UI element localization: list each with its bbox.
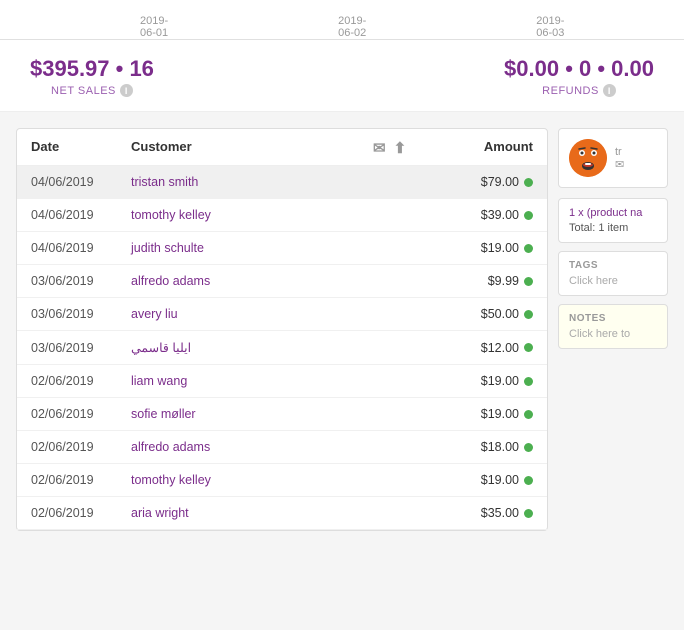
status-dot — [524, 178, 533, 187]
table-row[interactable]: 02/06/2019 sofie møller $19.00 — [17, 398, 547, 431]
status-dot — [524, 310, 533, 319]
envelope-icon[interactable]: ✉ — [373, 139, 386, 157]
row-customer[interactable]: alfredo adams — [131, 274, 373, 288]
tags-title: TAGS — [569, 260, 657, 271]
row-amount: $39.00 — [453, 208, 533, 222]
row-date: 02/06/2019 — [31, 506, 131, 520]
customer-info: tr ✉ — [615, 146, 624, 171]
row-date: 02/06/2019 — [31, 374, 131, 388]
chart-date-1: 2019-06-01 — [140, 15, 168, 39]
net-sales-info-icon: i — [120, 84, 133, 97]
row-amount: $9.99 — [453, 274, 533, 288]
net-sales-label: NET SALES i — [51, 84, 133, 97]
col-header-icons: ✉ ⬆ — [373, 139, 453, 157]
row-date: 04/06/2019 — [31, 175, 131, 189]
summary-bar: $395.97 • 16 NET SALES i $0.00 • 0 • 0.0… — [0, 40, 684, 112]
notes-click-here[interactable]: Click here to — [569, 328, 657, 340]
row-customer[interactable]: aria wright — [131, 506, 373, 520]
table-row[interactable]: 04/06/2019 judith schulte $19.00 — [17, 232, 547, 265]
col-header-amount: Amount — [453, 139, 533, 157]
table-row[interactable]: 03/06/2019 alfredo adams $9.99 — [17, 265, 547, 298]
col-header-date: Date — [31, 139, 131, 157]
status-dot — [524, 476, 533, 485]
refunds-label: REFUNDS i — [542, 84, 616, 97]
avatar — [569, 139, 607, 177]
status-dot — [524, 277, 533, 286]
table-row[interactable]: 03/06/2019 avery liu $50.00 — [17, 298, 547, 331]
table-row[interactable]: 04/06/2019 tomothy kelley $39.00 — [17, 199, 547, 232]
tags-click-here[interactable]: Click here — [569, 275, 657, 287]
table-row[interactable]: 04/06/2019 tristan smith $79.00 — [17, 166, 547, 199]
row-amount: $19.00 — [453, 241, 533, 255]
row-customer[interactable]: avery liu — [131, 307, 373, 321]
status-dot — [524, 509, 533, 518]
tags-panel[interactable]: TAGS Click here — [558, 251, 668, 296]
row-customer[interactable]: tristan smith — [131, 175, 373, 189]
row-customer[interactable]: tomothy kelley — [131, 208, 373, 222]
status-dot — [524, 377, 533, 386]
table-row[interactable]: 03/06/2019 ايليا قاسمي $12.00 — [17, 331, 547, 365]
row-date: 04/06/2019 — [31, 208, 131, 222]
status-dot — [524, 443, 533, 452]
row-date: 02/06/2019 — [31, 440, 131, 454]
upload-icon[interactable]: ⬆ — [394, 139, 407, 157]
net-sales-summary: $395.97 • 16 NET SALES i — [30, 56, 154, 97]
row-customer[interactable]: liam wang — [131, 374, 373, 388]
chart-date-3: 2019-06-03 — [536, 15, 564, 39]
row-customer[interactable]: alfredo adams — [131, 440, 373, 454]
status-dot — [524, 343, 533, 352]
product-line: 1 x (product na — [569, 207, 657, 219]
row-amount: $50.00 — [453, 307, 533, 321]
net-sales-amount: $395.97 • 16 — [30, 56, 154, 82]
refunds-summary: $0.00 • 0 • 0.00 REFUNDS i — [504, 56, 654, 97]
total-line: Total: 1 item — [569, 222, 657, 234]
row-customer[interactable]: ايليا قاسمي — [131, 340, 373, 355]
table-row[interactable]: 02/06/2019 tomothy kelley $19.00 — [17, 464, 547, 497]
row-amount: $19.00 — [453, 473, 533, 487]
order-summary: 1 x (product na Total: 1 item — [558, 198, 668, 243]
row-customer[interactable]: sofie møller — [131, 407, 373, 421]
table-row[interactable]: 02/06/2019 alfredo adams $18.00 — [17, 431, 547, 464]
status-dot — [524, 410, 533, 419]
row-date: 03/06/2019 — [31, 274, 131, 288]
row-amount: $19.00 — [453, 407, 533, 421]
table-header-row: Date Customer ✉ ⬆ Amount — [17, 129, 547, 166]
customer-name-abbrev: tr — [615, 146, 622, 158]
refunds-info-icon: i — [603, 84, 616, 97]
customer-email-icon: ✉ — [615, 159, 624, 171]
row-amount: $79.00 — [453, 175, 533, 189]
row-amount: $12.00 — [453, 341, 533, 355]
status-dot — [524, 211, 533, 220]
row-date: 02/06/2019 — [31, 407, 131, 421]
chart-date-2: 2019-06-02 — [338, 15, 366, 39]
row-date: 02/06/2019 — [31, 473, 131, 487]
chart-dates-bar: 2019-06-01 2019-06-02 2019-06-03 2019-06… — [0, 0, 684, 40]
row-date: 04/06/2019 — [31, 241, 131, 255]
table-row[interactable]: 02/06/2019 liam wang $19.00 — [17, 365, 547, 398]
col-header-customer: Customer — [131, 139, 373, 157]
row-amount: $19.00 — [453, 374, 533, 388]
notes-title: NOTES — [569, 313, 657, 324]
notes-panel[interactable]: NOTES Click here to — [558, 304, 668, 349]
refunds-amount: $0.00 • 0 • 0.00 — [504, 56, 654, 82]
row-amount: $35.00 — [453, 506, 533, 520]
status-dot — [524, 244, 533, 253]
right-panel: tr ✉ 1 x (product na Total: 1 item TAGS … — [558, 128, 668, 531]
row-customer[interactable]: tomothy kelley — [131, 473, 373, 487]
row-customer[interactable]: judith schulte — [131, 241, 373, 255]
table-body: 04/06/2019 tristan smith $79.00 04/06/20… — [17, 166, 547, 530]
customer-card: tr ✉ — [558, 128, 668, 188]
row-amount: $18.00 — [453, 440, 533, 454]
row-date: 03/06/2019 — [31, 341, 131, 355]
orders-table-panel: Date Customer ✉ ⬆ Amount 04/06/2019 tris… — [16, 128, 548, 531]
row-date: 03/06/2019 — [31, 307, 131, 321]
table-row[interactable]: 02/06/2019 aria wright $35.00 — [17, 497, 547, 530]
